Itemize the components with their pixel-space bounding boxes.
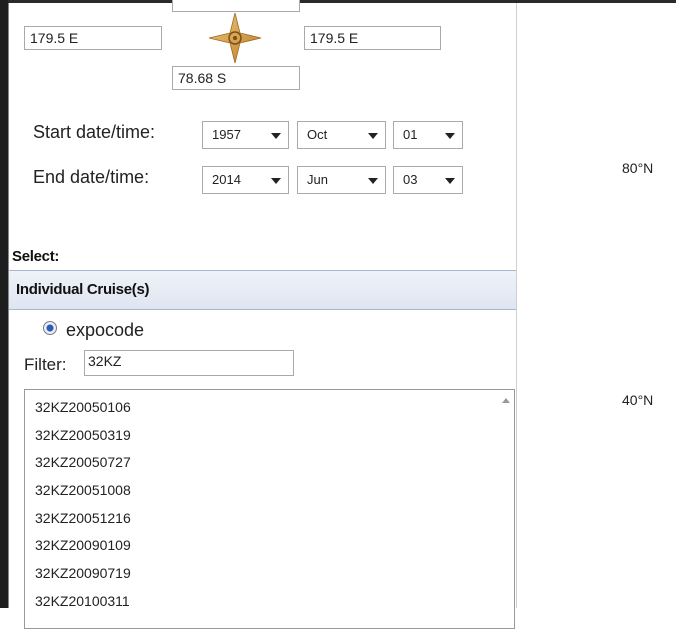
start-month-select[interactable]: Oct (297, 121, 386, 149)
north-bound-input[interactable] (172, 0, 300, 12)
end-month-select[interactable]: Jun (297, 166, 386, 194)
end-month-value: Jun (307, 172, 328, 187)
start-day-select[interactable]: 01 (393, 121, 463, 149)
end-day-select[interactable]: 03 (393, 166, 463, 194)
chevron-down-icon (271, 178, 281, 184)
expocode-radio-label[interactable]: expocode (66, 320, 144, 341)
chevron-down-icon (445, 133, 455, 139)
panel-separator (516, 3, 517, 608)
chevron-down-icon (368, 133, 378, 139)
chevron-down-icon (368, 178, 378, 184)
start-month-value: Oct (307, 127, 328, 142)
end-day-value: 03 (403, 172, 418, 187)
cruise-listbox[interactable]: 32KZ20050106 32KZ20050319 32KZ20050727 3… (24, 389, 515, 629)
list-item[interactable]: 32KZ20090719 (35, 565, 131, 581)
compass-icon (208, 12, 262, 64)
start-year-value: 1957 (212, 127, 241, 142)
map-lat-label: 80°N (622, 160, 654, 176)
list-item[interactable]: 32KZ20100311 (35, 593, 130, 609)
list-item[interactable]: 32KZ20050106 (35, 399, 131, 415)
list-item[interactable]: 32KZ20050319 (35, 427, 131, 443)
end-date-label: End date/time: (33, 167, 150, 187)
start-year-select[interactable]: 1957 (202, 121, 289, 149)
filter-input[interactable]: 32KZ (84, 350, 294, 376)
window-frame-top (8, 0, 676, 3)
west-bound-input[interactable]: 179.5 E (24, 26, 162, 50)
individual-cruises-header[interactable]: Individual Cruise(s) (9, 270, 516, 310)
expocode-radio[interactable] (43, 321, 57, 335)
list-item[interactable]: 32KZ20050727 (35, 454, 131, 470)
list-item[interactable]: 32KZ20051216 (35, 510, 131, 526)
filter-label: Filter: (24, 355, 67, 374)
start-date-label: Start date/time: (33, 122, 156, 142)
listbox-scrollbar[interactable] (497, 390, 514, 628)
south-bound-input[interactable]: 78.68 S (172, 66, 300, 90)
chevron-down-icon (445, 178, 455, 184)
window-frame-left (0, 0, 8, 608)
east-bound-input[interactable]: 179.5 E (304, 26, 441, 50)
list-item[interactable]: 32KZ20051008 (35, 482, 131, 498)
end-year-value: 2014 (212, 172, 241, 187)
start-day-value: 01 (403, 127, 418, 142)
select-heading: Select: (12, 248, 60, 265)
chevron-down-icon (271, 133, 281, 139)
map-lat-label: 40°N (622, 392, 654, 408)
list-item[interactable]: 32KZ20090109 (35, 537, 131, 553)
scroll-up-icon[interactable] (502, 398, 510, 403)
end-year-select[interactable]: 2014 (202, 166, 289, 194)
